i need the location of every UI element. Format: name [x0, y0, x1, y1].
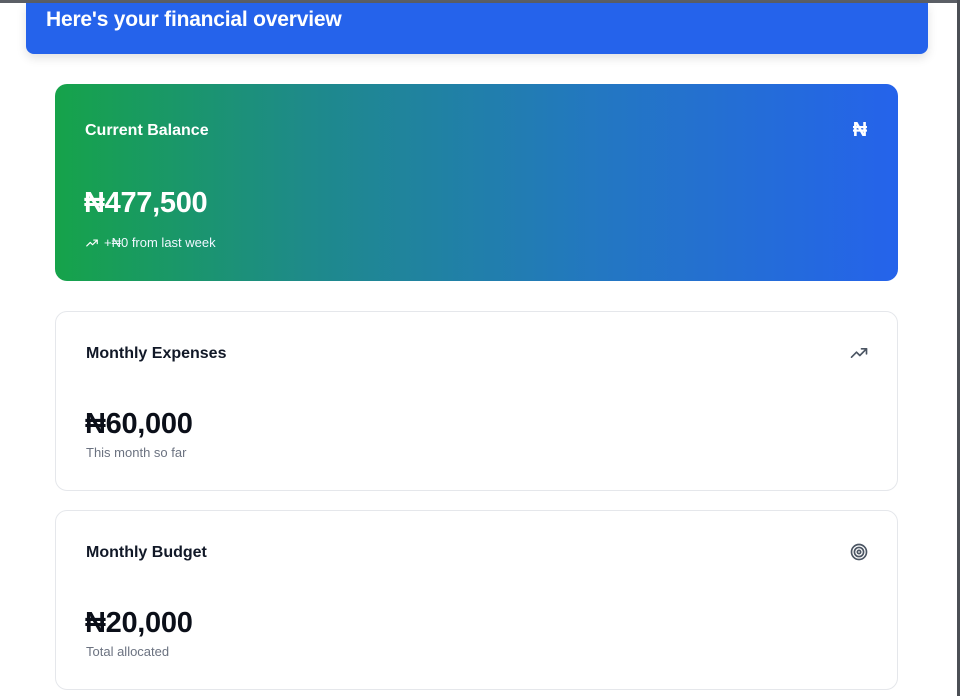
- monthly-expenses-amount: ₦60,000: [85, 408, 193, 440]
- current-balance-label: Current Balance: [85, 122, 209, 139]
- monthly-budget-label: Monthly Budget: [86, 544, 207, 561]
- trending-up-icon: [850, 348, 868, 358]
- current-balance-card[interactable]: Current Balance ₦ ₦477,500 +₦0 from last…: [55, 84, 898, 281]
- monthly-expenses-label: Monthly Expenses: [86, 345, 227, 362]
- overview-header: Here's your financial overview: [26, 3, 928, 54]
- monthly-budget-amount: ₦20,000: [85, 607, 193, 639]
- target-icon: [850, 543, 868, 561]
- page-title: Here's your financial overview: [46, 8, 342, 31]
- trending-up-icon: [86, 239, 98, 246]
- naira-icon: ₦: [852, 119, 868, 141]
- current-balance-amount: ₦477,500: [84, 187, 208, 219]
- monthly-budget-subtitle: Total allocated: [86, 644, 170, 659]
- monthly-expenses-card[interactable]: Monthly Expenses ₦60,000 This month so f…: [55, 311, 898, 491]
- monthly-budget-card[interactable]: Monthly Budget ₦20,000 Total allocated: [55, 510, 898, 690]
- balance-change-text: +₦0 from last week: [104, 235, 216, 250]
- monthly-expenses-subtitle: This month so far: [86, 445, 187, 460]
- balance-change: +₦0 from last week: [85, 235, 216, 250]
